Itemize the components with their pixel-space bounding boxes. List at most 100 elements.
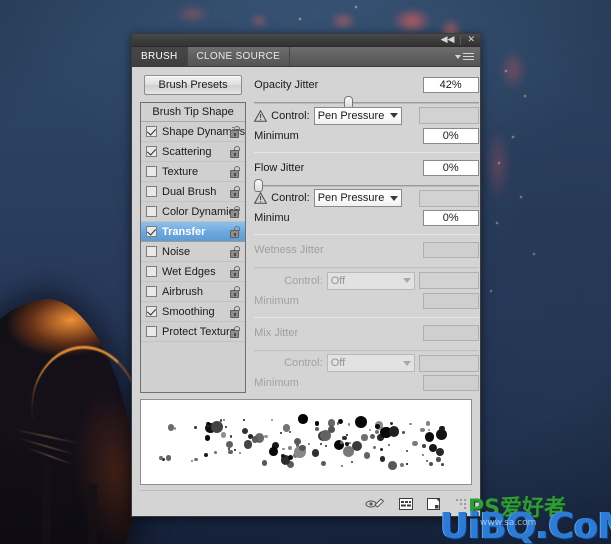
option-row-texture[interactable]: Texture [141, 162, 246, 182]
preview-dot [427, 428, 430, 431]
wetness-jitter-value [422, 242, 479, 258]
lock-icon[interactable] [230, 126, 241, 138]
panel-tabstrip: BRUSH CLONE SOURCE [132, 47, 480, 67]
lock-icon[interactable] [230, 286, 241, 298]
preview-dot [388, 426, 399, 437]
option-row-scattering[interactable]: Scattering [141, 142, 246, 162]
checkbox-scattering[interactable] [146, 146, 157, 157]
preview-dot [388, 444, 391, 447]
preview-dot [428, 461, 433, 466]
checkbox-protect-texture[interactable] [146, 326, 157, 337]
checkbox-wet-edges[interactable] [146, 266, 157, 277]
panel-menu-icon[interactable] [455, 47, 480, 66]
lock-icon[interactable] [230, 306, 241, 318]
preview-dot [252, 436, 259, 443]
option-row-protect-texture[interactable]: Protect Texture [141, 322, 246, 342]
mix-jitter-minimum-row: Minimum [254, 375, 479, 391]
warning-icon [254, 192, 268, 204]
opacity-jitter-minimum-row: Minimum 0% [254, 127, 479, 144]
tab-clone-source[interactable]: CLONE SOURCE [188, 47, 291, 66]
new-brush-icon[interactable] [427, 497, 440, 510]
mix-minimum-slider [311, 376, 418, 390]
slider-thumb[interactable] [254, 178, 264, 192]
preview-dot [387, 461, 397, 470]
option-row-smoothing[interactable]: Smoothing [141, 302, 246, 322]
lock-icon[interactable] [230, 246, 241, 258]
option-label: Transfer [162, 225, 206, 238]
panel-body: Brush Presets Brush Tip Shape Shape Dyna… [132, 67, 480, 393]
checkbox-airbrush[interactable] [146, 286, 157, 297]
panel-footer [140, 490, 472, 516]
lock-icon[interactable] [230, 326, 241, 338]
preview-dot [436, 457, 441, 462]
preview-dot [354, 416, 368, 429]
tab-brush[interactable]: BRUSH [132, 47, 188, 66]
flow-jitter-slider[interactable] [254, 178, 479, 192]
brush-panel: ◀◀ ✕ BRUSH CLONE SOURCE Brush Presets Br… [131, 33, 481, 517]
lock-icon[interactable] [230, 266, 241, 278]
option-row-transfer[interactable]: Transfer [141, 222, 246, 242]
checkbox-dual-brush[interactable] [146, 186, 157, 197]
create-brush-icon[interactable] [399, 497, 413, 510]
flow-jitter-value[interactable]: 0% [422, 159, 479, 176]
collapse-icon[interactable]: ◀◀ [439, 35, 457, 45]
close-icon[interactable]: ✕ [465, 35, 477, 45]
lock-icon[interactable] [230, 146, 241, 158]
checkbox-transfer[interactable] [146, 226, 157, 237]
screen: ◀◀ ✕ BRUSH CLONE SOURCE Brush Presets Br… [0, 0, 611, 544]
minimum-label: Minimum [254, 129, 299, 142]
slider-track [311, 135, 418, 137]
mix-jitter-control-row: Control: Off [254, 354, 479, 372]
preview-dot [314, 421, 319, 426]
flow-minimum-value[interactable]: 0% [422, 210, 479, 226]
brush-preview-toggle-icon[interactable] [365, 497, 385, 510]
preview-dot [315, 427, 319, 431]
checkbox-noise[interactable] [146, 246, 157, 257]
flow-minimum-slider[interactable] [311, 211, 418, 225]
preview-dot [436, 448, 445, 457]
opacity-minimum-value[interactable]: 0% [422, 127, 479, 144]
slider-track [311, 300, 418, 302]
checkbox-texture[interactable] [146, 166, 157, 177]
brush-tip-shape-header[interactable]: Brush Tip Shape [141, 103, 246, 122]
checkbox-color-dynamics[interactable] [146, 206, 157, 217]
preview-dot [307, 442, 310, 445]
preview-dot [379, 456, 386, 462]
preview-dot [342, 435, 347, 440]
opacity-jitter-control-select[interactable]: Pen Pressure [313, 106, 402, 125]
option-row-shape-dynamics[interactable]: Shape Dynamics [141, 122, 246, 142]
preview-dot [412, 440, 418, 447]
preview-dot [405, 449, 409, 453]
slider-track [254, 102, 479, 104]
opacity-jitter-slider[interactable] [254, 96, 479, 109]
preview-dot [363, 452, 371, 459]
option-row-noise[interactable]: Noise [141, 242, 246, 262]
option-label: Airbrush [162, 285, 203, 298]
lock-icon[interactable] [230, 186, 241, 198]
lock-icon[interactable] [230, 166, 241, 178]
preview-dot [361, 434, 368, 441]
wetness-jitter-group: Wetness Jitter [254, 242, 479, 258]
option-row-dual-brush[interactable]: Dual Brush [141, 182, 246, 202]
preview-dot [233, 448, 236, 451]
opacity-jitter-value[interactable]: 42% [422, 77, 479, 93]
lock-icon[interactable] [230, 226, 241, 238]
flow-jitter-control-select[interactable]: Pen Pressure [313, 189, 402, 207]
option-row-color-dynamics[interactable]: Color Dynamics [141, 202, 246, 222]
resize-grip-icon[interactable] [456, 498, 466, 509]
panel-titlebar[interactable]: ◀◀ ✕ [132, 34, 480, 47]
wetness-jitter-minimum-row: Minimum [254, 292, 479, 309]
opacity-minimum-slider[interactable] [311, 129, 418, 143]
option-row-airbrush[interactable]: Airbrush [141, 282, 246, 302]
brush-presets-button[interactable]: Brush Presets [144, 75, 243, 95]
lock-icon[interactable] [230, 206, 241, 218]
checkbox-shape-dynamics[interactable] [146, 126, 157, 137]
control-label: Control: [284, 357, 323, 369]
option-row-wet-edges[interactable]: Wet Edges [141, 262, 246, 282]
preview-dot [165, 455, 172, 461]
divider [254, 316, 479, 318]
slider-track [311, 382, 418, 384]
checkbox-smoothing[interactable] [146, 306, 157, 317]
option-label: Color Dynamics [162, 205, 240, 218]
preview-dot [321, 461, 327, 466]
